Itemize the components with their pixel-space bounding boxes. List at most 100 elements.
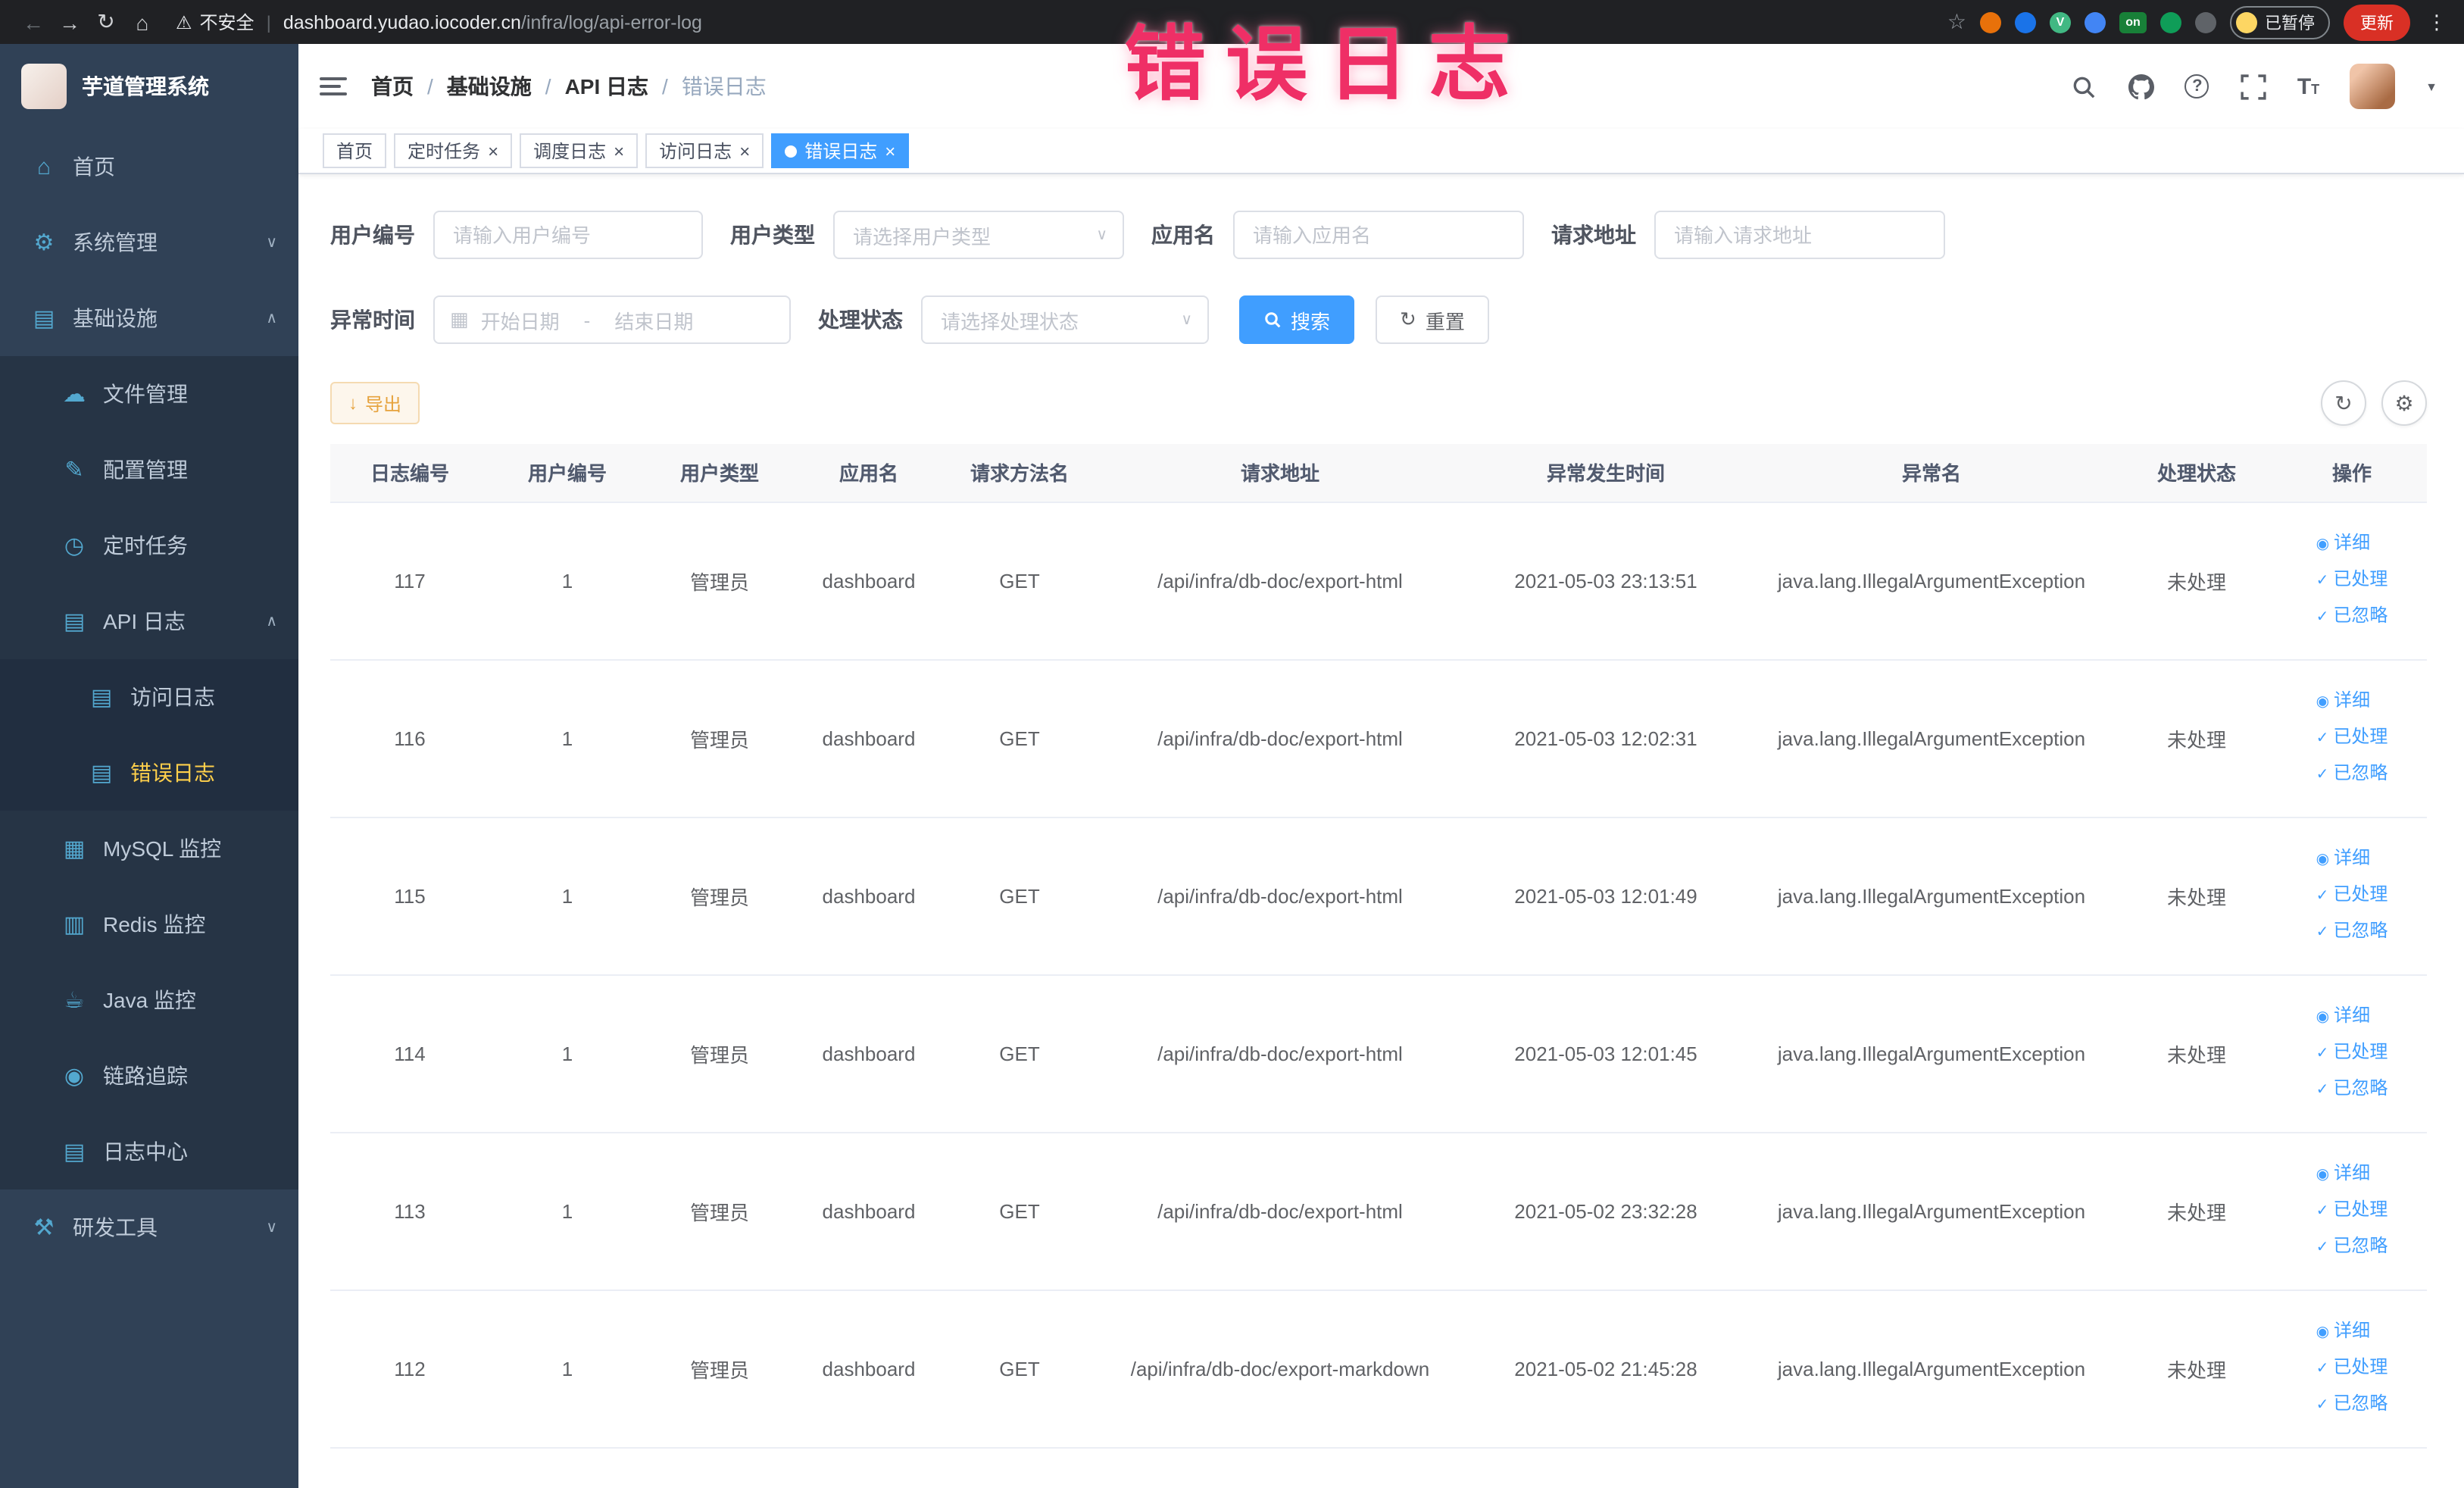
processed-link[interactable]: ✓ 已处理 [2316,1193,2388,1229]
sidebar-item-scheduled-jobs[interactable]: ◷ 定时任务 [0,508,298,583]
cell-user-type: 管理员 [645,817,794,975]
font-size-icon[interactable]: TT [2297,73,2319,99]
detail-link[interactable]: ◉ 详细 [2316,1314,2388,1350]
close-icon[interactable]: × [614,142,624,160]
app-logo[interactable]: 芋道管理系统 [0,44,298,129]
ignored-link[interactable]: ✓ 已忽略 [2316,756,2388,792]
extension-icon[interactable] [2160,11,2181,33]
github-icon[interactable] [2128,73,2155,100]
app-name-input[interactable] [1233,211,1524,259]
sidebar-item-config-management[interactable]: ✎ 配置管理 [0,432,298,508]
help-icon[interactable]: ? [2184,74,2209,98]
cell-url: /api/infra/db-doc/export-html [1095,1132,1465,1290]
fullscreen-icon[interactable] [2240,73,2267,100]
cell-user-type: 管理员 [645,1289,794,1448]
sidebar-item-mysql-monitor[interactable]: ▦ MySQL 监控 [0,811,298,886]
browser-update-button[interactable]: 更新 [2344,4,2410,40]
sidebar-item-api-logs[interactable]: ▤ API 日志 ∧ [0,583,298,659]
sidebar-item-system-management[interactable]: ⚙ 系统管理 ∨ [0,205,298,280]
sidebar-toggle[interactable] [320,77,347,95]
cell-url: /api/infra/db-doc/export-html [1095,659,1465,817]
cell-log-id: 112 [330,1289,489,1448]
column-settings-button[interactable]: ⚙ [2381,380,2427,426]
date-range-picker[interactable]: ▦ 开始日期 - 结束日期 [433,295,791,344]
sidebar-item-dev-tools[interactable]: ⚒ 研发工具 ∨ [0,1189,298,1265]
tab-home[interactable]: 首页 [323,133,387,168]
tab-error-log[interactable]: 错误日志 × [771,133,910,168]
breadcrumb-item[interactable]: 基础设施 [447,71,532,102]
sidebar-item-infrastructure[interactable]: ▤ 基础设施 ∧ [0,280,298,356]
detail-link[interactable]: ◉ 详细 [2316,683,2388,720]
extension-icon-vue[interactable]: V [2050,11,2071,33]
avatar-caret-icon[interactable]: ▼ [2425,80,2437,93]
bookmark-star-icon[interactable]: ☆ [1947,9,1966,35]
breadcrumb-item[interactable]: 首页 [371,71,414,102]
cell-url: /api/infra/db-doc/export-markdown [1095,1289,1465,1448]
cell-method: GET [944,659,1095,817]
browser-menu-icon[interactable]: ⋮ [2424,10,2450,34]
sidebar-item-trace[interactable]: ◉ 链路追踪 [0,1038,298,1114]
address-separator: | [266,11,271,33]
extension-icon-pin[interactable] [2195,11,2216,33]
cell-log-id: 117 [330,502,489,660]
sidebar-item-error-log[interactable]: ▤ 错误日志 [0,735,298,811]
sidebar-item-redis-monitor[interactable]: ▥ Redis 监控 [0,886,298,962]
extension-icon[interactable] [2085,11,2106,33]
close-icon[interactable]: × [488,142,498,160]
breadcrumb-separator: / [662,74,668,98]
sidebar-item-home[interactable]: ⌂ 首页 [0,129,298,205]
cell-method: GET [944,1289,1095,1448]
breadcrumb-item[interactable]: API 日志 [565,71,648,102]
export-button[interactable]: ↓ 导出 [330,382,420,424]
close-icon[interactable]: × [885,142,895,160]
detail-link[interactable]: ◉ 详细 [2316,526,2388,562]
request-url-input[interactable] [1654,211,1945,259]
ignored-link[interactable]: ✓ 已忽略 [2316,599,2388,635]
forward-icon[interactable]: → [52,10,88,34]
processed-link[interactable]: ✓ 已处理 [2316,1350,2388,1386]
cell-app: dashboard [794,1289,944,1448]
reload-icon[interactable]: ↻ [88,9,124,35]
reset-button[interactable]: ↻ 重置 [1376,295,1489,344]
user-id-input[interactable] [433,211,703,259]
ignored-link[interactable]: ✓ 已忽略 [2316,1386,2388,1423]
cell-method: GET [944,502,1095,660]
close-icon[interactable]: × [739,142,750,160]
ignored-link[interactable]: ✓ 已忽略 [2316,914,2388,950]
sidebar-item-access-log[interactable]: ▤ 访问日志 [0,659,298,735]
processed-link[interactable]: ✓ 已处理 [2316,720,2388,756]
profile-paused-chip[interactable]: 已暂停 [2230,5,2330,39]
user-type-select[interactable]: 请选择用户类型 ∨ [833,211,1124,259]
processed-link[interactable]: ✓ 已处理 [2316,877,2388,914]
extension-icon-on[interactable]: on [2119,11,2147,33]
eye-icon: ◉ [2316,1324,2330,1341]
back-icon[interactable]: ← [15,10,52,34]
start-date-placeholder: 开始日期 [480,310,560,333]
detail-link[interactable]: ◉ 详细 [2316,841,2388,877]
refresh-table-button[interactable]: ↻ [2321,380,2366,426]
sidebar-item-file-management[interactable]: ☁ 文件管理 [0,356,298,432]
address-bar[interactable]: ⚠ 不安全 | dashboard.yudao.iocoder.cn/infra… [176,9,1947,35]
tab-schedule-log[interactable]: 调度日志 × [520,133,639,168]
processed-link[interactable]: ✓ 已处理 [2316,1035,2388,1071]
user-avatar[interactable] [2350,64,2396,109]
sidebar-item-java-monitor[interactable]: ☕ Java 监控 [0,962,298,1038]
extension-icon[interactable] [1980,11,2001,33]
ignored-link[interactable]: ✓ 已忽略 [2316,1229,2388,1265]
search-icon[interactable] [2070,73,2097,100]
detail-link[interactable]: ◉ 详细 [2316,1156,2388,1193]
calendar-icon: ▦ [450,308,469,330]
tab-access-log[interactable]: 访问日志 × [645,133,764,168]
sidebar-item-log-center[interactable]: ▤ 日志中心 [0,1114,298,1189]
sidebar-item-label: 配置管理 [103,458,188,482]
browser-home-icon[interactable]: ⌂ [124,10,161,34]
tab-scheduled-jobs[interactable]: 定时任务 × [394,133,513,168]
search-button[interactable]: 搜索 [1239,295,1355,344]
check-icon: ✓ [2316,924,2329,941]
sidebar-item-label: 访问日志 [130,685,215,709]
extension-icon[interactable] [2015,11,2036,33]
processed-link[interactable]: ✓ 已处理 [2316,562,2388,599]
ignored-link[interactable]: ✓ 已忽略 [2316,1071,2388,1108]
process-status-select[interactable]: 请选择处理状态 ∨ [921,295,1209,344]
detail-link[interactable]: ◉ 详细 [2316,999,2388,1035]
